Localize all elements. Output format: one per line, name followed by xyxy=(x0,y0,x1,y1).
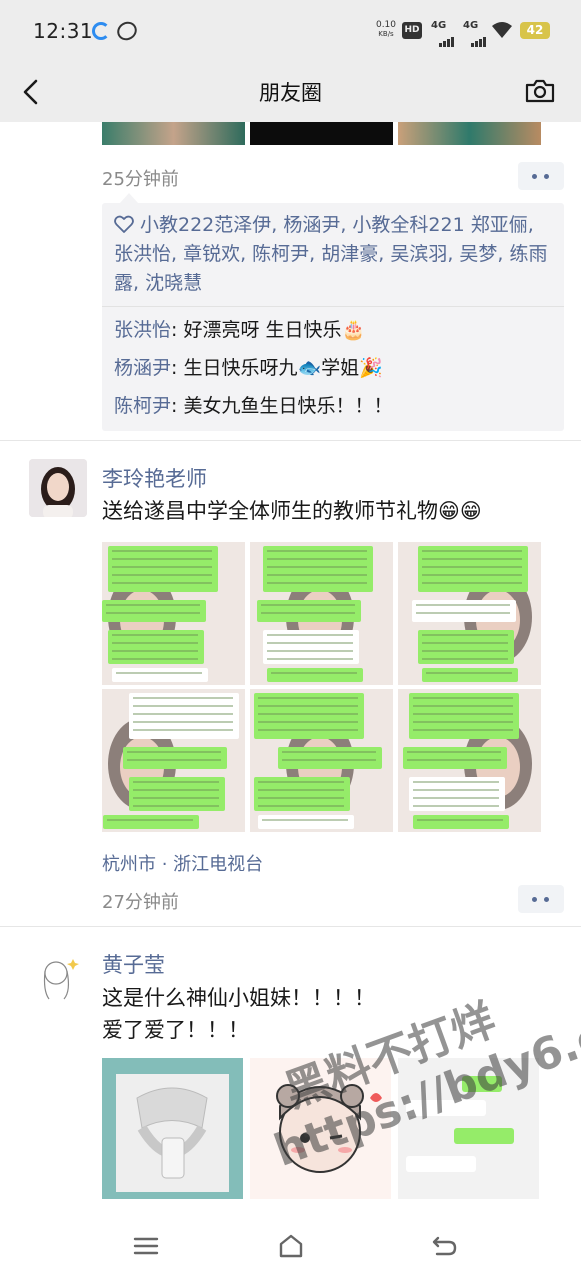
hd-icon: HD xyxy=(402,22,422,39)
nav-bar: 朋友圈 xyxy=(0,62,581,122)
avatar[interactable] xyxy=(29,947,87,1005)
network-speed-value: 0.10 xyxy=(375,20,397,30)
signal-icon-1: 4G xyxy=(431,20,461,47)
post-text: 送给遂昌中学全体师生的教师节礼物😁😁 xyxy=(102,499,482,523)
comment-author[interactable]: 陈柯尹 xyxy=(114,395,171,417)
post-photo[interactable] xyxy=(250,542,393,685)
camera-icon[interactable] xyxy=(524,77,556,105)
app-notification-icon-2 xyxy=(113,18,141,44)
back-icon[interactable] xyxy=(429,1232,459,1260)
comment-author[interactable]: 张洪怡 xyxy=(114,319,171,341)
divider xyxy=(0,926,581,927)
wifi-icon xyxy=(492,22,512,38)
comment-text: : 生日快乐呀九🐟学姐🎉 xyxy=(171,357,383,379)
post-location[interactable]: 杭州市 · 浙江电视台 xyxy=(102,850,263,876)
post-text-line-2: 爱了爱了！！！ xyxy=(102,1018,249,1042)
app-notification-icon xyxy=(92,22,110,40)
interaction-box: 小教222范泽伊, 杨涵尹, 小教全科221 郑亚俪, 张洪怡, 章锐欢, 陈柯… xyxy=(102,193,564,431)
likes-list: 小教222范泽伊, 杨涵尹, 小教全科221 郑亚俪, 张洪怡, 章锐欢, 陈柯… xyxy=(102,203,564,306)
post-photo[interactable] xyxy=(102,542,245,685)
page-title: 朋友圈 xyxy=(259,81,322,105)
post-author[interactable]: 黄子莹 xyxy=(102,949,165,979)
post-photo[interactable] xyxy=(102,122,245,145)
status-time: 12:31 xyxy=(33,19,94,43)
moments-feed[interactable]: 25分钟前 小教222范泽伊, 杨涵尹, 小教全科221 郑亚俪, 张洪怡, 章… xyxy=(0,122,581,1212)
post-photo[interactable] xyxy=(250,689,393,832)
more-actions-button[interactable] xyxy=(518,162,564,190)
network-speed-unit: KB/s xyxy=(378,30,394,38)
avatar[interactable] xyxy=(29,459,87,517)
post-time: 25分钟前 xyxy=(102,169,179,190)
post-time: 27分钟前 xyxy=(102,892,179,913)
system-nav-bar xyxy=(0,1212,581,1280)
likes-names[interactable]: 小教222范泽伊, 杨涵尹, 小教全科221 郑亚俪, 张洪怡, 章锐欢, 陈柯… xyxy=(114,214,547,294)
network-speed: 0.10 KB/s xyxy=(374,21,398,39)
comment-text: : 好漂亮呀 生日快乐🎂 xyxy=(171,319,366,341)
post-photo[interactable] xyxy=(398,542,541,685)
post-text-line-1: 这是什么神仙小姐妹！！！！ xyxy=(102,986,375,1010)
signal-icon-2: 4G xyxy=(463,20,493,47)
home-icon[interactable] xyxy=(276,1232,306,1260)
comment-item[interactable]: 杨涵尹: 生日快乐呀九🐟学姐🎉 xyxy=(102,349,564,387)
more-actions-button[interactable] xyxy=(518,885,564,913)
post-photo[interactable] xyxy=(102,1058,243,1199)
comment-text: : 美女九鱼生日快乐！！！ xyxy=(171,395,393,417)
comment-author[interactable]: 杨涵尹 xyxy=(114,357,171,379)
menu-icon[interactable] xyxy=(131,1232,161,1260)
post-photo[interactable] xyxy=(398,689,541,832)
post-photo[interactable] xyxy=(102,689,245,832)
post-author[interactable]: 李玲艳老师 xyxy=(102,463,207,493)
heart-icon xyxy=(114,215,134,233)
post-photo[interactable] xyxy=(250,122,393,145)
divider xyxy=(0,440,581,441)
post-photo[interactable] xyxy=(398,1058,539,1199)
battery-icon: 42 xyxy=(520,22,550,39)
post-photo[interactable] xyxy=(250,1058,391,1199)
comment-item[interactable]: 陈柯尹: 美女九鱼生日快乐！！！ xyxy=(102,387,564,425)
status-bar: 12:31 0.10 KB/s HD 4G 4G 42 xyxy=(0,0,581,62)
post-photo[interactable] xyxy=(398,122,541,145)
comment-item[interactable]: 张洪怡: 好漂亮呀 生日快乐🎂 xyxy=(102,311,564,349)
